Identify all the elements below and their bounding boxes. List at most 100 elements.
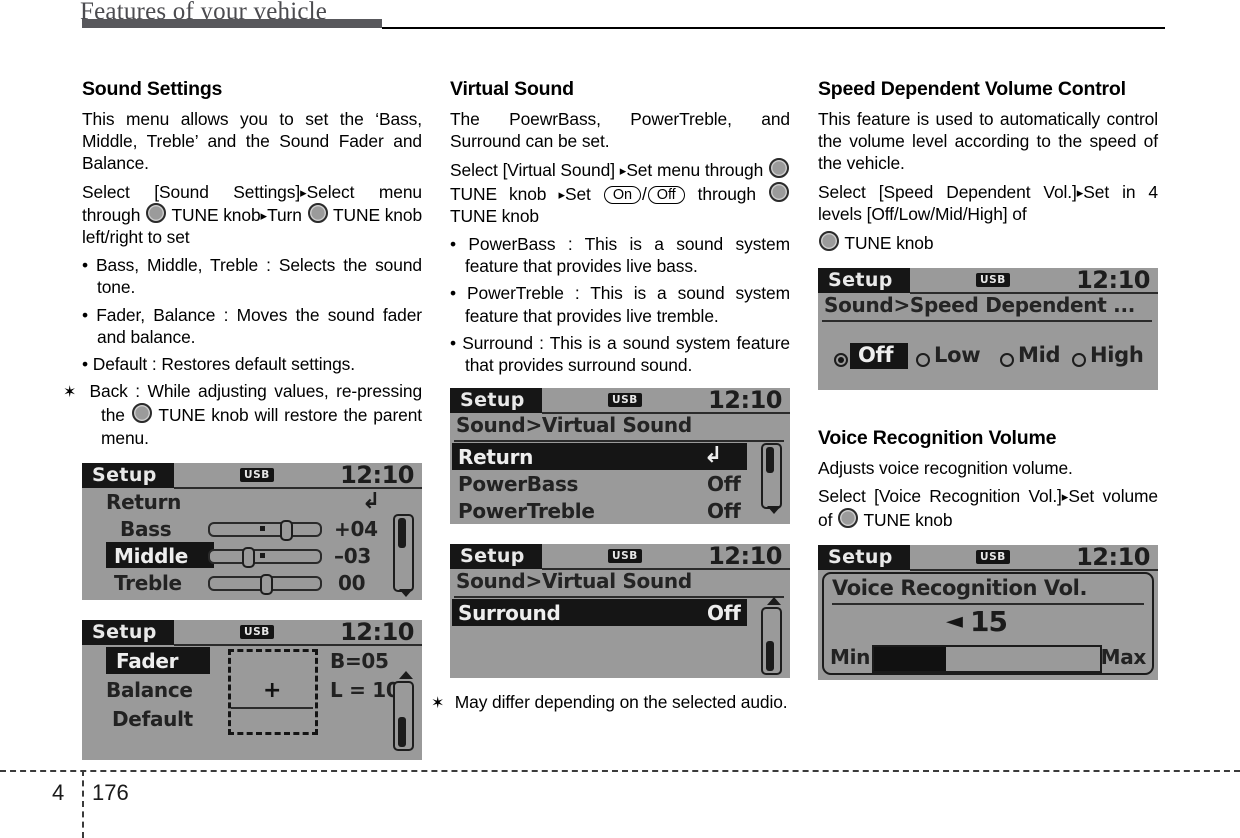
radio-dot-icon[interactable]	[916, 353, 930, 368]
lcd-tab-label: Setup	[92, 463, 157, 486]
scrollbar[interactable]	[393, 513, 414, 592]
instr-part-3: TUNE knob	[171, 204, 261, 225]
list-item: • Default : Restores default settings.	[82, 353, 355, 374]
voice-volume-max-label: Max	[1100, 644, 1147, 669]
instr-part-4: Turn	[267, 204, 302, 225]
usb-icon: USB	[240, 624, 274, 639]
voice-volume-value: 15	[970, 604, 1008, 638]
header-accent-bar	[82, 19, 382, 28]
tune-knob-icon	[146, 202, 167, 223]
page-header: Features of your vehicle	[0, 0, 1240, 40]
lcd-row-label: Fader	[116, 648, 179, 673]
lcd-row-powertreble[interactable]: PowerTreble Off	[450, 499, 790, 524]
scrollbar[interactable]	[393, 680, 414, 751]
lcd-breadcrumb: Sound>Speed Dependent ...	[818, 293, 1158, 323]
scrollbar-thumb[interactable]	[765, 447, 774, 474]
instr-part-1: Select [Virtual Sound]	[450, 160, 615, 181]
lcd-row-value: –03	[334, 543, 371, 568]
column-1: Sound Settings This menu allows you to s…	[63, 78, 422, 760]
virtual-sound-description: The PoewrBass, PowerTreble, and Surround…	[450, 109, 790, 152]
breadcrumb-underline	[454, 596, 784, 599]
bullet-text: PowerTreble : This is a sound system fea…	[465, 283, 790, 326]
lcd-clock: 12:10	[340, 462, 414, 489]
usb-icon: USB	[240, 467, 274, 482]
list-item: • Surround : This is a sound system feat…	[450, 332, 790, 375]
tune-knob-icon	[769, 181, 790, 202]
scroll-up-arrow-icon[interactable]	[399, 670, 413, 679]
lcd-row-return[interactable]: Return ↲	[82, 489, 422, 519]
lcd-clock: 12:10	[708, 388, 782, 415]
slider-center-mark	[260, 525, 265, 531]
off-button[interactable]: Off	[647, 185, 685, 204]
lcd-topbar: Setup USB 12:10	[818, 544, 1158, 572]
speed-volume-description: This feature is used to automatically co…	[818, 109, 1158, 174]
lcd-row-label: PowerTreble	[458, 499, 595, 524]
lcd-topbar: Setup USB 12:10	[450, 388, 790, 415]
sound-settings-bullet-list: • Bass, Middle, Treble : Selects the sou…	[82, 254, 422, 375]
scrollbar[interactable]	[761, 443, 782, 510]
scroll-down-arrow-icon[interactable]	[399, 588, 413, 597]
lcd-row-value: 00	[338, 570, 366, 595]
scrollbar-thumb[interactable]	[397, 517, 406, 548]
radio-dot-icon[interactable]	[1000, 353, 1014, 368]
usb-icon: USB	[976, 273, 1010, 288]
bullet-text: Fader, Balance : Moves the sound fader a…	[96, 304, 422, 347]
lcd-row-powerbass[interactable]: PowerBass Off	[450, 472, 790, 501]
lcd-row-label: Return	[458, 445, 534, 470]
lcd-topbar: Setup USB 12:10	[82, 462, 422, 490]
scrollbar-thumb[interactable]	[397, 716, 406, 747]
lcd-header-line	[910, 568, 1158, 571]
virtual-sound-note: ✶ May differ depending on the selected a…	[431, 692, 788, 713]
scroll-down-arrow-icon[interactable]	[767, 506, 781, 515]
balance-value: B=05	[330, 648, 389, 673]
on-button[interactable]: On	[603, 185, 642, 204]
treble-slider[interactable]	[208, 573, 322, 595]
lcd-tab-label: Setup	[828, 545, 893, 568]
scrollbar-thumb[interactable]	[765, 641, 774, 672]
bullet-text: Bass, Middle, Treble : Selects the sound…	[96, 255, 422, 298]
lcd-row-value: Off	[707, 499, 741, 524]
lcd-speed-dependent: Setup USB 12:10 Sound>Speed Dependent ..…	[818, 268, 1158, 391]
lcd-row-return[interactable]: Return ↲	[450, 443, 790, 474]
slider-thumb[interactable]	[280, 519, 293, 541]
speed-level-options: Off Low Mid High	[818, 343, 1158, 385]
header-rule	[382, 27, 1165, 29]
scroll-up-arrow-icon[interactable]	[767, 597, 781, 606]
bass-slider[interactable]	[208, 519, 322, 541]
footer-dashed-rule	[0, 770, 1240, 772]
instr-part-3: TUNE knob	[863, 509, 953, 530]
slider-thumb[interactable]	[242, 546, 255, 568]
lcd-topbar: Setup USB 12:10	[818, 268, 1158, 295]
list-item: • PowerBass : This is a sound system fea…	[450, 233, 790, 277]
sound-settings-description: This menu allows you to set the ‘Bass, M…	[82, 109, 422, 174]
lcd-tab-label: Setup	[92, 620, 157, 643]
lcd-topbar: Setup USB 12:10	[450, 544, 790, 571]
voice-volume-slider[interactable]	[872, 644, 1102, 673]
voice-volume-title: Voice Recognition Vol.	[832, 575, 1088, 600]
scrollbar[interactable]	[761, 607, 782, 676]
virtual-sound-instructions: Select [Virtual Sound] ▸Set menu through…	[450, 158, 790, 227]
list-item: • Bass, Middle, Treble : Selects the sou…	[82, 255, 422, 298]
radio-dot-icon[interactable]	[1072, 353, 1086, 368]
breadcrumb-text: Sound>Virtual Sound	[456, 413, 692, 438]
lcd-breadcrumb: Sound>Virtual Sound	[450, 413, 790, 443]
lcd-clock: 12:10	[708, 544, 782, 571]
radio-dot-selected-icon[interactable]	[834, 353, 848, 368]
instr-part-3: TUNE knob	[450, 183, 547, 204]
lcd-row-treble[interactable]: Treble 00	[82, 571, 422, 600]
instr-part-1: Select [Voice Recognition Vol.]	[818, 486, 1062, 507]
chapter-number: 4	[52, 780, 65, 805]
list-item: • PowerTreble : This is a sound system f…	[450, 283, 790, 326]
lcd-row-surround[interactable]: Surround Off	[450, 599, 790, 630]
speaker-icon: ◄	[946, 608, 963, 634]
lcd-surround: Setup USB 12:10 Sound>Virtual Sound Surr…	[450, 544, 790, 679]
lcd-tab-setup: Setup	[450, 388, 542, 414]
tune-knob-icon	[131, 403, 152, 424]
lcd-clock: 12:10	[1076, 544, 1150, 571]
slider-thumb[interactable]	[260, 573, 273, 595]
section-heading-speed-dependent-volume: Speed Dependent Volume Control	[818, 78, 1126, 100]
lcd-row-middle[interactable]: Middle –03	[82, 541, 422, 573]
list-item: • Fader, Balance : Moves the sound fader…	[82, 304, 422, 347]
middle-slider[interactable]	[208, 546, 322, 568]
slider-center-mark	[260, 552, 265, 558]
